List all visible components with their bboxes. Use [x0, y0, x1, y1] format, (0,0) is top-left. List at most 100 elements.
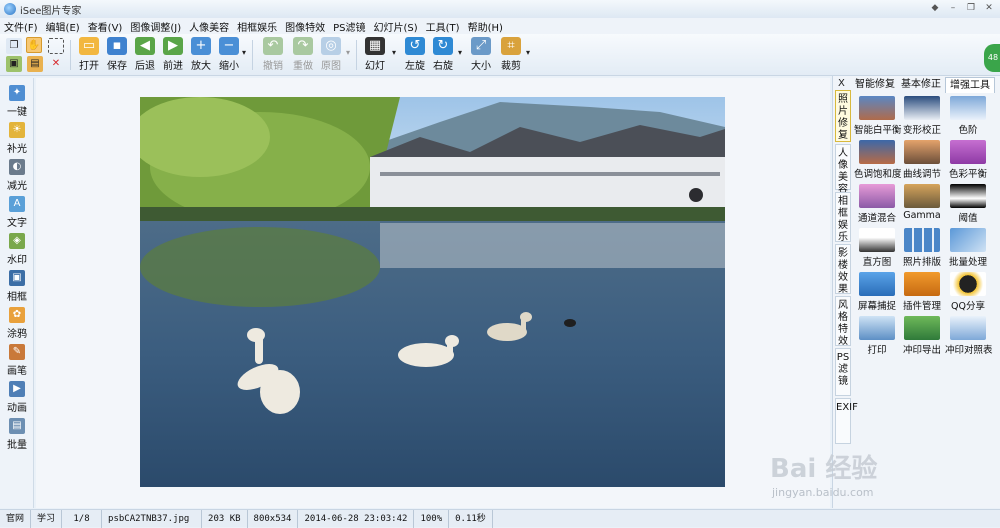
open-button[interactable]: ▭ 打开: [74, 37, 104, 75]
slideshow-button[interactable]: ▦ 幻灯: [360, 37, 390, 75]
tab-basic-correction[interactable]: 基本修正: [899, 77, 943, 93]
tool-levels[interactable]: 色阶: [945, 96, 991, 138]
tool-hue-saturation[interactable]: 色调饱和度: [854, 140, 902, 182]
hand-icon[interactable]: ✋: [26, 37, 42, 53]
vtab-portrait[interactable]: 人像美容: [835, 144, 851, 195]
photo-lake-ducks[interactable]: [140, 97, 725, 487]
vtab-exif[interactable]: EXIF: [835, 398, 858, 444]
menu-slideshow[interactable]: 幻灯片(S): [374, 19, 418, 34]
crop-menu-chevron-icon[interactable]: ▾: [526, 48, 530, 57]
watermark-icon: ◈: [9, 233, 25, 249]
left-tool-batch[interactable]: ▤ 批量: [2, 417, 32, 453]
tool-plugin-manager[interactable]: 插件管理: [899, 272, 945, 314]
left-tool-animation[interactable]: ▶ 动画: [2, 380, 32, 416]
menu-view[interactable]: 查看(V): [88, 19, 123, 34]
status-site-link[interactable]: 官网: [0, 509, 32, 528]
left-tool-one-click[interactable]: ✦ 一键: [2, 84, 32, 120]
tool-histogram[interactable]: 直方图: [854, 228, 900, 270]
zoom-out-button[interactable]: − 缩小: [214, 37, 244, 75]
tool-screen-capture[interactable]: 屏幕捕捉: [854, 272, 900, 314]
status-filesize: 203 KB: [202, 509, 248, 528]
tool-channel-mix[interactable]: 通道混合: [854, 184, 900, 226]
original-button[interactable]: ◎ 原图: [316, 37, 346, 75]
tool-threshold[interactable]: 阈值: [945, 184, 991, 226]
rotate-left-button[interactable]: ↺ 左旋: [400, 37, 430, 75]
undo-button[interactable]: ↶ 撤销: [258, 37, 288, 75]
menu-ps-filters[interactable]: PS滤镜: [333, 19, 365, 34]
baidu-watermark-url: jingyan.baidu.com: [772, 486, 874, 499]
left-tool-text[interactable]: A 文字: [2, 195, 32, 231]
tool-gamma[interactable]: Gamma: [899, 184, 945, 226]
open-folder-icon: ▭: [79, 37, 99, 55]
menu-help[interactable]: 帮助(H): [468, 19, 503, 34]
image-icon[interactable]: ▣: [6, 56, 22, 72]
tool-print-export[interactable]: 冲印导出: [899, 316, 945, 358]
levels-thumb-icon: [950, 96, 986, 120]
menu-effects[interactable]: 图像特效: [285, 19, 325, 34]
resize-button[interactable]: ⤢ 大小: [466, 37, 496, 75]
floating-badge[interactable]: 48: [984, 44, 1000, 72]
status-learn-link[interactable]: 学习: [31, 509, 63, 528]
tool-batch-process[interactable]: 批量处理: [945, 228, 991, 270]
left-tool-doodle[interactable]: ✿ 涂鸦: [2, 306, 32, 342]
left-tool-reduce-light[interactable]: ◐ 减光: [2, 158, 32, 194]
rotate-right-button[interactable]: ↻ 右旋: [428, 37, 458, 75]
folder-icon[interactable]: ▤: [27, 56, 43, 72]
original-menu-chevron-icon[interactable]: ▾: [346, 48, 350, 57]
zoom-in-button[interactable]: + 放大: [186, 37, 216, 75]
tab-enhance-tools[interactable]: 增强工具: [945, 77, 995, 93]
redo-button[interactable]: ↷ 重做: [288, 37, 318, 75]
toolbar: ❐ ✋ ▣ ▤ ✕ ▭ 打开 ▪ 保存 ◀ 后退 ▶ 前进 + 放大 − 缩小 ▾ ↶ 撤销 …: [0, 34, 1000, 76]
menu-tools[interactable]: 工具(T): [426, 19, 460, 34]
delete-icon[interactable]: ✕: [48, 56, 64, 72]
minimize-button[interactable]: –: [946, 2, 960, 15]
rotate-menu-chevron-icon[interactable]: ▾: [458, 48, 462, 57]
tool-qq-share[interactable]: QQ分享: [945, 272, 991, 314]
landscape-thumb-icon: [859, 96, 895, 120]
vtab-ps-filters[interactable]: PS滤镜: [835, 348, 851, 396]
tool-auto-white-balance[interactable]: 智能白平衡: [854, 96, 902, 138]
tool-deform[interactable]: 变形校正: [899, 96, 945, 138]
tool-curves[interactable]: 曲线调节: [899, 140, 945, 182]
image-canvas[interactable]: [36, 78, 830, 508]
zoom-menu-chevron-icon[interactable]: ▾: [242, 48, 246, 57]
vtab-frames[interactable]: 相框娱乐: [835, 192, 851, 243]
left-tool-brush[interactable]: ✎ 画笔: [2, 343, 32, 379]
menu-file[interactable]: 文件(F): [4, 19, 38, 34]
back-button[interactable]: ◀ 后退: [130, 37, 160, 75]
select-icon[interactable]: [48, 38, 64, 54]
tool-photo-layout[interactable]: 照片排版: [899, 228, 945, 270]
status-bar: 官网 学习 1/8 psbCA2TNB37.jpg 203 KB 800x534…: [0, 509, 1000, 528]
vtab-studio[interactable]: 影楼效果: [835, 244, 851, 295]
zoom-in-icon: +: [191, 37, 211, 55]
crop-button[interactable]: ⌗ 裁剪: [496, 37, 526, 75]
maximize-button[interactable]: ❐: [964, 2, 978, 15]
vtab-style[interactable]: 风格特效: [835, 296, 851, 347]
menu-adjust[interactable]: 图像调整(J): [130, 19, 181, 34]
gamma-thumb-icon: [904, 184, 940, 208]
left-tool-watermark[interactable]: ◈ 水印: [2, 232, 32, 268]
vtab-photo-repair[interactable]: 照片修复: [835, 90, 851, 142]
menu-beauty[interactable]: 人像美容: [189, 19, 229, 34]
menu-frames[interactable]: 相框娱乐: [237, 19, 277, 34]
panel-close-button[interactable]: X: [838, 78, 845, 89]
tab-smart-repair[interactable]: 智能修复: [853, 77, 897, 93]
frame-icon: ▣: [9, 270, 25, 286]
baidu-watermark-logo: Bai 经验: [770, 454, 878, 484]
slideshow-menu-chevron-icon[interactable]: ▾: [392, 48, 396, 57]
rotate-right-icon: ↻: [433, 37, 453, 55]
tool-color-balance[interactable]: 色彩平衡: [945, 140, 991, 182]
forward-button[interactable]: ▶ 前进: [158, 37, 188, 75]
copy-icon[interactable]: ❐: [6, 38, 22, 54]
tool-print-table[interactable]: 冲印对照表: [945, 316, 993, 358]
resize-icon: ⤢: [471, 37, 491, 55]
tool-print[interactable]: 打印: [854, 316, 900, 358]
left-tool-frame[interactable]: ▣ 相框: [2, 269, 32, 305]
menu-edit[interactable]: 编辑(E): [46, 19, 80, 34]
left-tool-fill-light[interactable]: ☀ 补光: [2, 121, 32, 157]
save-button[interactable]: ▪ 保存: [102, 37, 132, 75]
plugin-icon: [904, 272, 940, 296]
skin-button[interactable]: ◆: [928, 2, 942, 15]
close-button[interactable]: ✕: [982, 2, 996, 15]
hue-thumb-icon: [859, 140, 895, 164]
